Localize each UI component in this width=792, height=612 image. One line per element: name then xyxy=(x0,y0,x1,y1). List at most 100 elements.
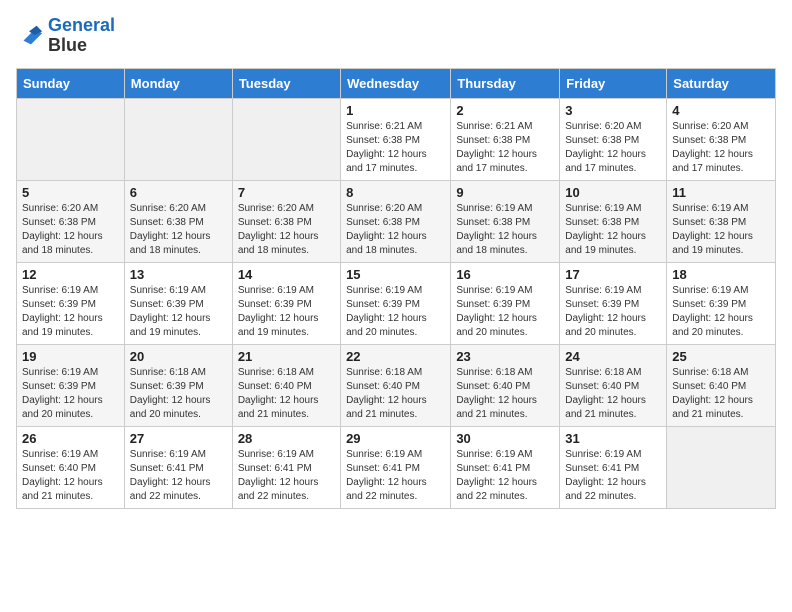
day-info: Sunrise: 6:18 AM Sunset: 6:40 PM Dayligh… xyxy=(672,366,770,422)
calendar-week-row: 12 Sunrise: 6:19 AM Sunset: 6:39 PM Dayli… xyxy=(17,262,776,344)
day-number: 27 xyxy=(130,431,227,446)
day-number: 8 xyxy=(346,185,445,200)
calendar-cell: 24Sunrise: 6:18 AM Sunset: 6:40 PM Dayli… xyxy=(560,344,667,426)
calendar-cell: 17 Sunrise: 6:19 AM Sunset: 6:39 PM Dayli… xyxy=(560,262,667,344)
calendar-cell: 27Sunrise: 6:19 AM Sunset: 6:41 PM Dayli… xyxy=(124,426,232,508)
day-number: 13 xyxy=(130,267,227,282)
day-number: 20 xyxy=(130,349,227,364)
calendar-cell: 26Sunrise: 6:19 AM Sunset: 6:40 PM Dayli… xyxy=(17,426,125,508)
day-info: Sunrise: 6:19 AM Sunset: 6:38 PM Dayligh… xyxy=(672,202,770,258)
day-number: 28 xyxy=(238,431,335,446)
day-number: 31 xyxy=(565,431,661,446)
day-info: Sunrise: 6:19 AM Sunset: 6:39 PM Dayligh… xyxy=(456,284,554,340)
calendar-cell: 23 Sunrise: 6:18 AM Sunset: 6:40 PM Dayli… xyxy=(451,344,560,426)
calendar-cell: 31 Sunrise: 6:19 AM Sunset: 6:41 PM Dayli… xyxy=(560,426,667,508)
calendar-cell xyxy=(17,98,125,180)
calendar-cell: 7 Sunrise: 6:20 AM Sunset: 6:38 PM Daylig… xyxy=(232,180,340,262)
calendar-cell: 28 Sunrise: 6:19 AM Sunset: 6:41 PM Dayli… xyxy=(232,426,340,508)
day-number: 22 xyxy=(346,349,445,364)
day-info: Sunrise: 6:19 AM Sunset: 6:39 PM Dayligh… xyxy=(565,284,661,340)
day-info: Sunrise: 6:19 AM Sunset: 6:39 PM Dayligh… xyxy=(22,284,119,340)
day-info: Sunrise: 6:20 AM Sunset: 6:38 PM Dayligh… xyxy=(565,120,661,176)
calendar-cell: 14Sunrise: 6:19 AM Sunset: 6:39 PM Dayli… xyxy=(232,262,340,344)
calendar-cell: 13 Sunrise: 6:19 AM Sunset: 6:39 PM Dayli… xyxy=(124,262,232,344)
day-info: Sunrise: 6:20 AM Sunset: 6:38 PM Dayligh… xyxy=(346,202,445,258)
calendar-cell: 15 Sunrise: 6:19 AM Sunset: 6:39 PM Dayli… xyxy=(341,262,451,344)
day-of-week-header: Thursday xyxy=(451,68,560,98)
day-info: Sunrise: 6:19 AM Sunset: 6:39 PM Dayligh… xyxy=(130,284,227,340)
calendar-cell: 2Sunrise: 6:21 AM Sunset: 6:38 PM Daylig… xyxy=(451,98,560,180)
calendar-cell: 22 Sunrise: 6:18 AM Sunset: 6:40 PM Dayli… xyxy=(341,344,451,426)
calendar-week-row: 19Sunrise: 6:19 AM Sunset: 6:39 PM Dayli… xyxy=(17,344,776,426)
day-number: 15 xyxy=(346,267,445,282)
day-info: Sunrise: 6:19 AM Sunset: 6:41 PM Dayligh… xyxy=(565,448,661,504)
day-info: Sunrise: 6:19 AM Sunset: 6:41 PM Dayligh… xyxy=(238,448,335,504)
day-number: 26 xyxy=(22,431,119,446)
calendar-week-row: 26Sunrise: 6:19 AM Sunset: 6:40 PM Dayli… xyxy=(17,426,776,508)
day-number: 4 xyxy=(672,103,770,118)
logo-icon xyxy=(16,22,44,50)
day-info: Sunrise: 6:19 AM Sunset: 6:39 PM Dayligh… xyxy=(22,366,119,422)
day-info: Sunrise: 6:19 AM Sunset: 6:38 PM Dayligh… xyxy=(456,202,554,258)
day-number: 23 xyxy=(456,349,554,364)
day-number: 18 xyxy=(672,267,770,282)
day-info: Sunrise: 6:19 AM Sunset: 6:39 PM Dayligh… xyxy=(346,284,445,340)
logo: GeneralBlue xyxy=(16,16,115,56)
calendar-week-row: 1 Sunrise: 6:21 AM Sunset: 6:38 PM Daylig… xyxy=(17,98,776,180)
day-number: 7 xyxy=(238,185,335,200)
calendar-week-row: 5 Sunrise: 6:20 AM Sunset: 6:38 PM Daylig… xyxy=(17,180,776,262)
day-info: Sunrise: 6:19 AM Sunset: 6:41 PM Dayligh… xyxy=(456,448,554,504)
calendar-cell: 19Sunrise: 6:19 AM Sunset: 6:39 PM Dayli… xyxy=(17,344,125,426)
day-info: Sunrise: 6:18 AM Sunset: 6:40 PM Dayligh… xyxy=(346,366,445,422)
calendar-header-row: SundayMondayTuesdayWednesdayThursdayFrid… xyxy=(17,68,776,98)
calendar-cell: 11 Sunrise: 6:19 AM Sunset: 6:38 PM Dayli… xyxy=(667,180,776,262)
day-number: 1 xyxy=(346,103,445,118)
day-of-week-header: Monday xyxy=(124,68,232,98)
calendar-cell: 5Sunrise: 6:20 AM Sunset: 6:38 PM Daylig… xyxy=(17,180,125,262)
calendar-cell: 10 Sunrise: 6:19 AM Sunset: 6:38 PM Dayli… xyxy=(560,180,667,262)
day-info: Sunrise: 6:18 AM Sunset: 6:40 PM Dayligh… xyxy=(238,366,335,422)
calendar-cell: 21 Sunrise: 6:18 AM Sunset: 6:40 PM Dayli… xyxy=(232,344,340,426)
calendar-cell: 1 Sunrise: 6:21 AM Sunset: 6:38 PM Daylig… xyxy=(341,98,451,180)
calendar-cell: 30 Sunrise: 6:19 AM Sunset: 6:41 PM Dayli… xyxy=(451,426,560,508)
calendar-table: SundayMondayTuesdayWednesdayThursdayFrid… xyxy=(16,68,776,509)
day-info: Sunrise: 6:21 AM Sunset: 6:38 PM Dayligh… xyxy=(346,120,445,176)
day-number: 10 xyxy=(565,185,661,200)
day-info: Sunrise: 6:20 AM Sunset: 6:38 PM Dayligh… xyxy=(672,120,770,176)
day-of-week-header: Saturday xyxy=(667,68,776,98)
day-number: 2 xyxy=(456,103,554,118)
day-of-week-header: Wednesday xyxy=(341,68,451,98)
day-number: 9 xyxy=(456,185,554,200)
calendar-cell: 8 Sunrise: 6:20 AM Sunset: 6:38 PM Daylig… xyxy=(341,180,451,262)
logo-text: GeneralBlue xyxy=(48,16,115,56)
day-number: 3 xyxy=(565,103,661,118)
day-number: 16 xyxy=(456,267,554,282)
day-number: 5 xyxy=(22,185,119,200)
day-of-week-header: Friday xyxy=(560,68,667,98)
calendar-cell xyxy=(232,98,340,180)
day-info: Sunrise: 6:20 AM Sunset: 6:38 PM Dayligh… xyxy=(238,202,335,258)
calendar-cell: 25 Sunrise: 6:18 AM Sunset: 6:40 PM Dayli… xyxy=(667,344,776,426)
day-number: 6 xyxy=(130,185,227,200)
day-number: 11 xyxy=(672,185,770,200)
calendar-cell: 6Sunrise: 6:20 AM Sunset: 6:38 PM Daylig… xyxy=(124,180,232,262)
day-info: Sunrise: 6:19 AM Sunset: 6:38 PM Dayligh… xyxy=(565,202,661,258)
calendar-cell: 4 Sunrise: 6:20 AM Sunset: 6:38 PM Daylig… xyxy=(667,98,776,180)
day-number: 25 xyxy=(672,349,770,364)
calendar-cell: 9 Sunrise: 6:19 AM Sunset: 6:38 PM Daylig… xyxy=(451,180,560,262)
day-number: 21 xyxy=(238,349,335,364)
day-number: 17 xyxy=(565,267,661,282)
calendar-cell: 16 Sunrise: 6:19 AM Sunset: 6:39 PM Dayli… xyxy=(451,262,560,344)
day-info: Sunrise: 6:18 AM Sunset: 6:40 PM Dayligh… xyxy=(456,366,554,422)
calendar-cell: 3 Sunrise: 6:20 AM Sunset: 6:38 PM Daylig… xyxy=(560,98,667,180)
page-header: GeneralBlue xyxy=(16,16,776,56)
day-number: 12 xyxy=(22,267,119,282)
calendar-cell: 29 Sunrise: 6:19 AM Sunset: 6:41 PM Dayli… xyxy=(341,426,451,508)
day-number: 30 xyxy=(456,431,554,446)
day-info: Sunrise: 6:18 AM Sunset: 6:39 PM Dayligh… xyxy=(130,366,227,422)
day-number: 29 xyxy=(346,431,445,446)
day-number: 24 xyxy=(565,349,661,364)
day-info: Sunrise: 6:19 AM Sunset: 6:41 PM Dayligh… xyxy=(346,448,445,504)
calendar-cell: 12 Sunrise: 6:19 AM Sunset: 6:39 PM Dayli… xyxy=(17,262,125,344)
calendar-cell: 18Sunrise: 6:19 AM Sunset: 6:39 PM Dayli… xyxy=(667,262,776,344)
